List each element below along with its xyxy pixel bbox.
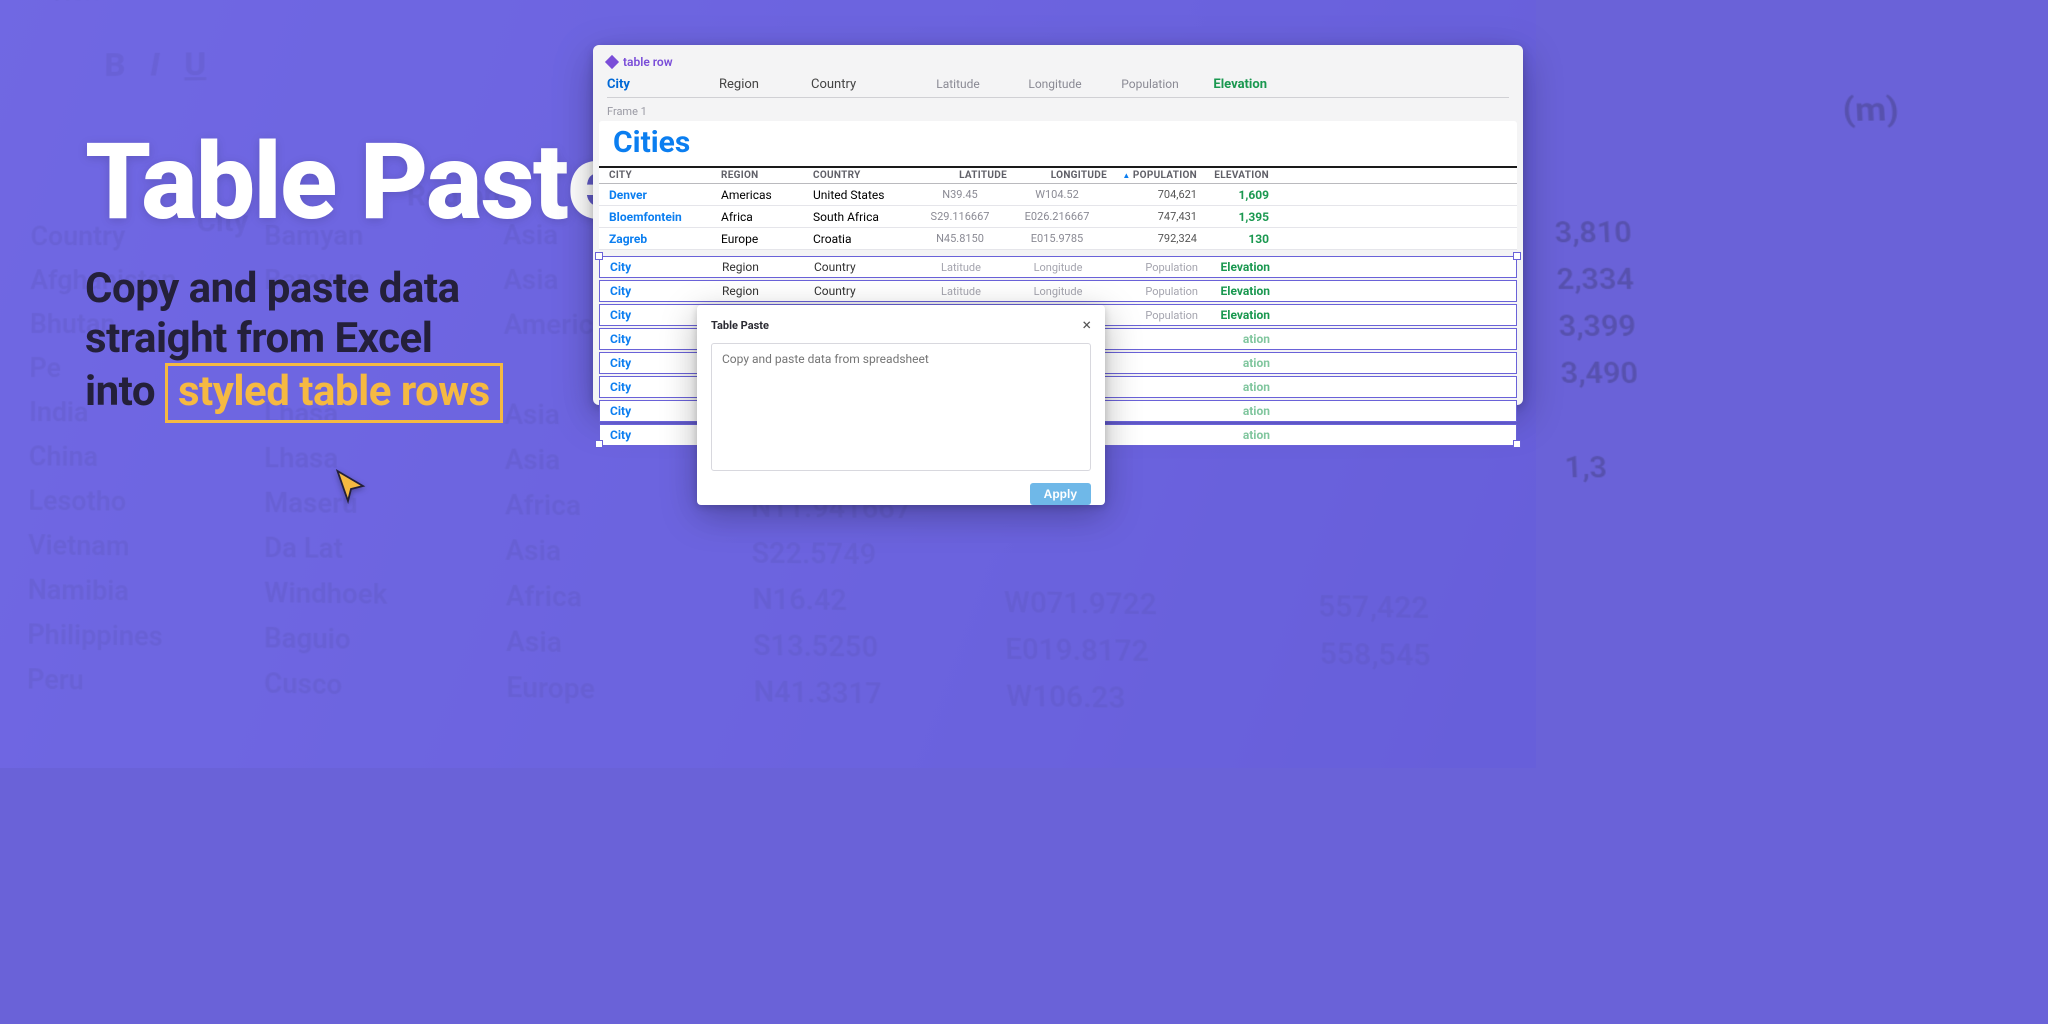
col-elevation: ELEVATION	[1197, 170, 1269, 181]
paste-textarea[interactable]	[711, 343, 1091, 471]
frame-label: Frame 1	[607, 105, 1509, 118]
table-paste-dialog: Table Paste × Apply	[697, 305, 1105, 505]
table-row[interactable]: DenverAmericasUnited StatesN39.45W104.52…	[599, 184, 1517, 206]
selection-handle[interactable]	[595, 440, 603, 448]
hero-subtitle: Copy and paste data straight from Excel …	[85, 264, 623, 423]
cursor-icon	[333, 468, 369, 504]
selection-handle[interactable]	[1513, 440, 1521, 448]
hdr-population: Population	[1105, 77, 1195, 92]
selection-handle[interactable]	[595, 252, 603, 260]
hdr-region: Region	[719, 77, 811, 92]
apply-button[interactable]: Apply	[1030, 483, 1091, 505]
hdr-latitude: Latitude	[911, 77, 1005, 92]
table: CITY REGION COUNTRY LATITUDE LONGITUDE P…	[599, 166, 1517, 250]
bg-font-name: Helvetica	[54, 0, 157, 7]
placeholder-row[interactable]: CityRegionCountryLatitudeLongitudePopula…	[599, 280, 1517, 302]
table-row[interactable]: ZagrebEuropeCroatiaN45.8150E015.9785792,…	[599, 228, 1517, 250]
table-row[interactable]: BloemfonteinAfricaSouth AfricaS29.116667…	[599, 206, 1517, 228]
component-badge: table row	[607, 55, 1509, 69]
hero-highlight: styled table rows	[165, 363, 503, 423]
bg-font-size: 14	[322, 0, 351, 3]
col-latitude: LATITUDE	[913, 170, 1007, 181]
selection-handle[interactable]	[1513, 252, 1521, 260]
col-country: COUNTRY	[813, 170, 913, 181]
hdr-elevation: Elevation	[1195, 77, 1267, 92]
dialog-title: Table Paste	[711, 319, 769, 332]
panel-header-row: City Region Country Latitude Longitude P…	[607, 77, 1509, 98]
col-region: REGION	[721, 170, 813, 181]
component-name: table row	[623, 55, 673, 69]
hdr-country: Country	[811, 77, 911, 92]
bg-bold: B I U	[104, 44, 206, 84]
col-population[interactable]: POPULATION	[1107, 170, 1197, 181]
table-header: CITY REGION COUNTRY LATITUDE LONGITUDE P…	[599, 166, 1517, 184]
bg-row: 8VietnamDa LatAsiaS22.5749	[0, 529, 1767, 583]
bg-elev-m: (m)	[1842, 90, 1900, 129]
hero: Table Paste Copy and paste data straight…	[85, 120, 623, 423]
hdr-city: City	[607, 77, 719, 92]
hdr-longitude: Longitude	[1005, 77, 1105, 92]
col-longitude: LONGITUDE	[1007, 170, 1107, 181]
col-city: CITY	[609, 170, 721, 181]
table-title: Cities	[599, 121, 1517, 166]
close-icon[interactable]: ×	[1082, 317, 1091, 333]
component-icon	[605, 55, 619, 69]
placeholder-row[interactable]: CityRegionCountryLatitudeLongitudePopula…	[599, 256, 1517, 278]
hero-title: Table Paste	[85, 120, 623, 244]
